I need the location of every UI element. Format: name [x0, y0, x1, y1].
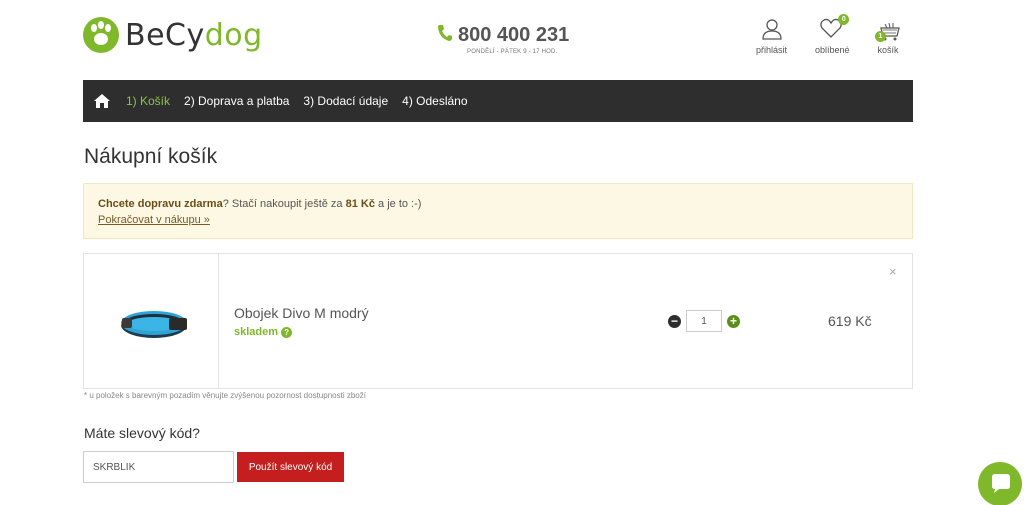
free-shipping-text: Chcete dopravu zdarma? Stačí nakoupit je… [98, 198, 422, 210]
product-image[interactable] [84, 254, 219, 388]
product-name[interactable]: Obojek Divo M modrý [234, 305, 369, 321]
apply-coupon-button[interactable]: Použít slevový kód [237, 452, 344, 482]
increase-quantity-button[interactable]: + [727, 314, 740, 328]
dog-collar-image [121, 311, 187, 338]
step-shipping-payment[interactable]: 2) Doprava a platba [184, 94, 289, 108]
cart-label: košík [877, 45, 899, 55]
coupon-code-input[interactable] [83, 451, 234, 483]
home-icon[interactable] [94, 94, 110, 108]
phone-contact[interactable]: 800 400 231 PONDĚLÍ - PÁTEK 9 - 17 HOD. [437, 24, 569, 55]
checkout-steps-nav: 1) Košík 2) Doprava a platba 3) Dodací ú… [83, 80, 913, 122]
favorites-label: oblíbené [815, 45, 850, 55]
phone-icon [437, 24, 453, 47]
cart-link[interactable]: 1 košík [873, 18, 903, 55]
page-title: Nákupní košík [84, 145, 218, 168]
login-link[interactable]: přihlásit [756, 18, 787, 55]
phone-hours: PONDĚLÍ - PÁTEK 9 - 17 HOD. [467, 49, 558, 55]
item-price: 619 Kč [828, 313, 872, 329]
step-delivery-details[interactable]: 3) Dodací údaje [303, 94, 388, 108]
step-sent[interactable]: 4) Odesláno [402, 94, 467, 108]
free-shipping-notice: Chcete dopravu zdarma? Stačí nakoupit je… [83, 183, 913, 239]
quantity-input[interactable] [686, 310, 722, 332]
phone-number[interactable]: 800 400 231 [458, 24, 569, 47]
chat-button[interactable] [978, 462, 1022, 505]
decrease-quantity-button[interactable]: − [668, 314, 681, 328]
cart-count-badge: 1 [875, 31, 886, 42]
paw-icon [83, 17, 119, 53]
logo-text: BeCydog [125, 17, 263, 53]
header: BeCydog 800 400 231 PONDĚLÍ - PÁTEK 9 - … [0, 0, 1024, 80]
remove-item-button[interactable]: × [889, 264, 897, 279]
step-cart[interactable]: 1) Košík [126, 94, 170, 108]
favorites-count-badge: 0 [838, 14, 850, 25]
coupon-title: Máte slevový kód? [84, 425, 200, 441]
continue-shopping-link[interactable]: Pokračovat v nákupu » [98, 214, 210, 226]
chat-bubble-icon [992, 474, 1010, 493]
availability-note: * u položek s barevným pozadím věnujte z… [84, 391, 366, 400]
favorites-link[interactable]: 0 oblíbené [815, 14, 850, 55]
quantity-stepper: − + [668, 310, 740, 332]
question-icon[interactable]: ? [281, 326, 293, 338]
cart-item-row: Obojek Divo M modrý skladem ? − + 619 Kč… [83, 253, 913, 389]
user-icon [761, 19, 782, 40]
login-label: přihlásit [756, 45, 788, 55]
logo[interactable]: BeCydog [83, 17, 263, 53]
stock-status: skladem ? [234, 326, 293, 338]
